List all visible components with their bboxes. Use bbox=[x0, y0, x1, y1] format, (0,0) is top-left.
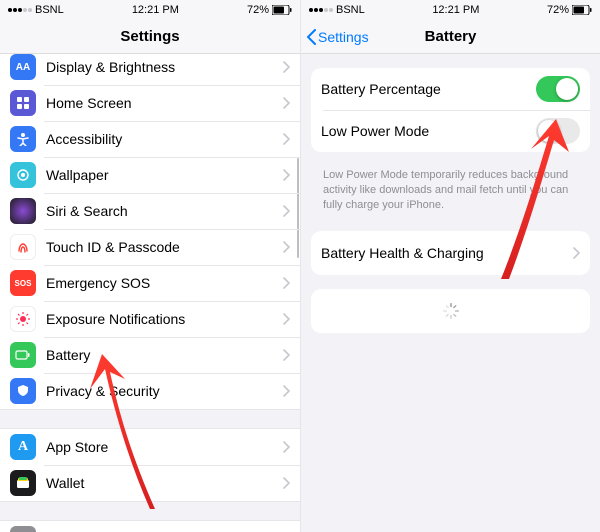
sos-icon: SOS bbox=[10, 270, 36, 296]
chevron-right-icon bbox=[283, 133, 290, 145]
display-icon: AA bbox=[10, 54, 36, 80]
screenshot-right: BSNL 12:21 PM 72% Settings Battery Batte… bbox=[300, 0, 600, 532]
row-accessibility[interactable]: Accessibility bbox=[0, 121, 300, 157]
battery-icon bbox=[572, 5, 592, 15]
row-app-store[interactable]: A App Store bbox=[0, 429, 300, 465]
privacy-icon bbox=[10, 378, 36, 404]
spinner-icon bbox=[442, 302, 460, 320]
row-touchid-passcode[interactable]: Touch ID & Passcode bbox=[0, 229, 300, 265]
app-store-icon: A bbox=[10, 434, 36, 460]
wallet-icon bbox=[10, 470, 36, 496]
row-privacy-security[interactable]: Privacy & Security bbox=[0, 373, 300, 409]
chevron-right-icon bbox=[283, 385, 290, 397]
carrier-label: BSNL bbox=[336, 4, 365, 16]
battery-percentage-toggle[interactable] bbox=[536, 76, 580, 102]
screenshot-left: BSNL 12:21 PM 72% Settings AA Display & … bbox=[0, 0, 300, 532]
battery-row-icon bbox=[10, 342, 36, 368]
row-display-brightness[interactable]: AA Display & Brightness bbox=[0, 54, 300, 85]
battery-percent: 72% bbox=[247, 4, 269, 16]
loading-card bbox=[311, 289, 590, 333]
row-home-screen[interactable]: Home Screen bbox=[0, 85, 300, 121]
home-screen-icon bbox=[10, 90, 36, 116]
status-bar: BSNL 12:21 PM 72% bbox=[0, 0, 300, 20]
row-exposure-notifications[interactable]: Exposure Notifications bbox=[0, 301, 300, 337]
signal-dots-icon bbox=[309, 8, 333, 12]
back-label: Settings bbox=[318, 29, 369, 45]
row-emergency-sos[interactable]: SOS Emergency SOS bbox=[0, 265, 300, 301]
chevron-right-icon bbox=[573, 247, 580, 259]
nav-bar: Settings Battery bbox=[301, 20, 600, 54]
touchid-icon bbox=[10, 234, 36, 260]
clock: 12:21 PM bbox=[132, 4, 179, 16]
row-low-power-mode: Low Power Mode bbox=[311, 110, 590, 152]
page-title: Settings bbox=[120, 28, 179, 45]
carrier-label: BSNL bbox=[35, 4, 64, 16]
row-battery-health[interactable]: Battery Health & Charging bbox=[311, 231, 590, 275]
chevron-right-icon bbox=[283, 349, 290, 361]
row-battery[interactable]: Battery bbox=[0, 337, 300, 373]
chevron-right-icon bbox=[283, 205, 290, 217]
siri-icon bbox=[10, 198, 36, 224]
clock: 12:21 PM bbox=[432, 4, 479, 16]
row-siri-search[interactable]: Siri & Search bbox=[0, 193, 300, 229]
back-button[interactable]: Settings bbox=[307, 29, 369, 45]
page-title: Battery bbox=[425, 28, 477, 45]
status-bar: BSNL 12:21 PM 72% bbox=[301, 0, 600, 20]
battery-icon bbox=[272, 5, 292, 15]
chevron-left-icon bbox=[307, 29, 316, 45]
settings-list[interactable]: AA Display & Brightness Home Screen Acce… bbox=[0, 54, 300, 532]
exposure-icon bbox=[10, 306, 36, 332]
row-wallet[interactable]: Wallet bbox=[0, 465, 300, 501]
low-power-note: Low Power Mode temporarily reduces backg… bbox=[301, 162, 600, 217]
chevron-right-icon bbox=[283, 169, 290, 181]
chevron-right-icon bbox=[283, 441, 290, 453]
chevron-right-icon bbox=[283, 277, 290, 289]
wallpaper-icon bbox=[10, 162, 36, 188]
chevron-right-icon bbox=[283, 61, 290, 73]
nav-bar: Settings bbox=[0, 20, 300, 54]
chevron-right-icon bbox=[283, 477, 290, 489]
chevron-right-icon bbox=[283, 241, 290, 253]
battery-page: Battery Percentage Low Power Mode Low Po… bbox=[301, 54, 600, 532]
signal-dots-icon bbox=[8, 8, 32, 12]
row-battery-percentage: Battery Percentage bbox=[311, 68, 590, 110]
chevron-right-icon bbox=[283, 97, 290, 109]
battery-percent: 72% bbox=[547, 4, 569, 16]
chevron-right-icon bbox=[283, 313, 290, 325]
accessibility-icon bbox=[10, 126, 36, 152]
low-power-mode-toggle[interactable] bbox=[536, 118, 580, 144]
passwords-icon bbox=[10, 526, 36, 532]
row-wallpaper[interactable]: Wallpaper bbox=[0, 157, 300, 193]
row-passwords[interactable]: Passwords bbox=[0, 521, 300, 532]
